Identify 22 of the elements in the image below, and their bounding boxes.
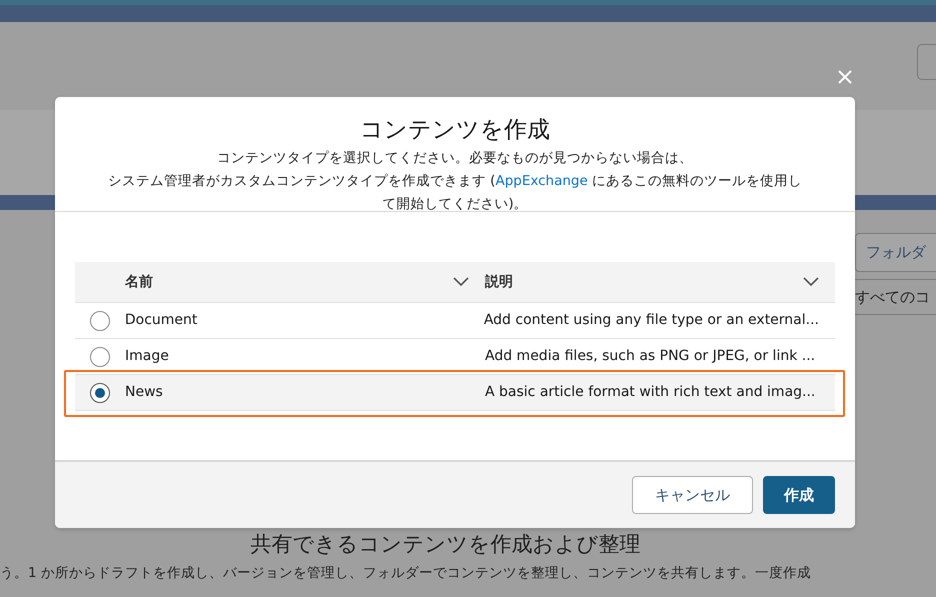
folder-button[interactable]: フォルダ (855, 233, 936, 272)
content-type-name: News (125, 383, 163, 402)
page-description: う。1 か所からドラフトを作成し、バージョンを管理し、フォルダーでコンテンツを整理し、コンテンツを共有します。一度作成 (0, 564, 812, 583)
radio-button[interactable] (90, 310, 110, 330)
cancel-button[interactable]: キャンセル (632, 476, 753, 514)
content-type-description: Add media files, such as PNG or JPEG, or link ... (485, 347, 816, 366)
page-heading: 共有できるコンテンツを作成および整理 (250, 531, 642, 557)
column-header: 説明 (485, 272, 513, 292)
content-type-name: Image (125, 347, 169, 366)
dialog-description: コンテンツタイプを選択してください。必要なものが見つからない場合は、 システム管理者がカスタムコンテンツタイプを作成できます (AppExchange にあるこの無料のツールを使用して開始してください)。 (106, 149, 804, 214)
radio-button[interactable] (90, 382, 110, 402)
content-type-name: Document (124, 311, 198, 330)
chevron-down-icon[interactable] (803, 277, 819, 287)
content-type-description: Add content using any file type or an external... (484, 311, 819, 330)
radio-button[interactable] (90, 346, 110, 366)
column-header: 名前 (125, 272, 153, 292)
chevron-down-icon[interactable] (453, 277, 469, 287)
content-type-description: A basic article format with rich text and imag... (485, 383, 816, 402)
dialog-title: コンテンツを作成 (359, 116, 551, 145)
appexchange-link[interactable]: AppExchange (495, 173, 588, 189)
close-icon[interactable] (836, 68, 854, 86)
create-button[interactable]: 作成 (763, 476, 835, 514)
